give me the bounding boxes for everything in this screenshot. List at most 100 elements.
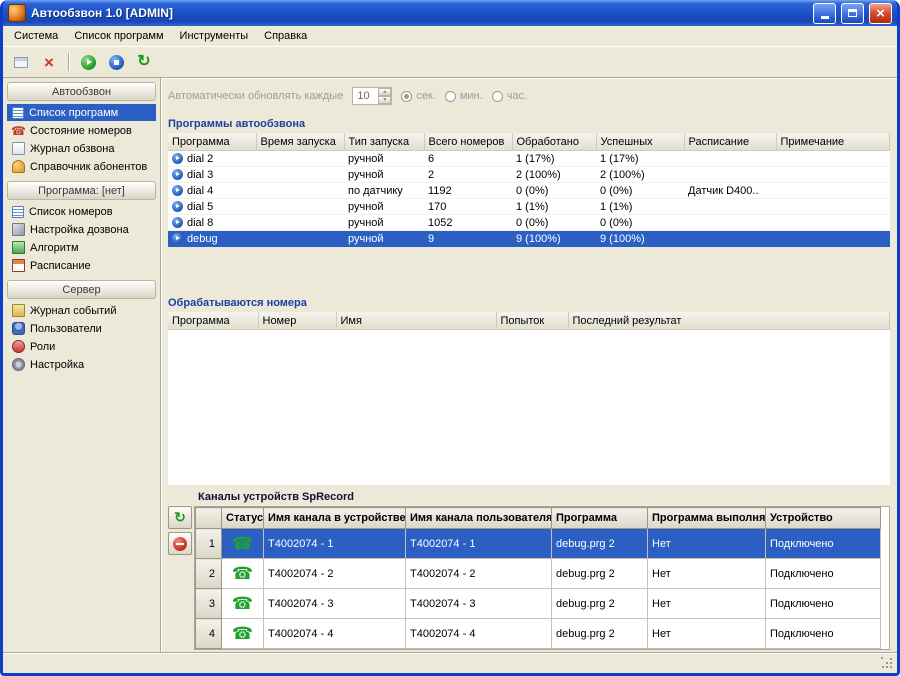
- sidebar-item-numbers-list[interactable]: Список номеров: [7, 203, 156, 220]
- call-log-icon: [12, 142, 25, 155]
- sidebar-item-settings[interactable]: Настройка: [7, 356, 156, 373]
- roles-icon: [12, 340, 25, 353]
- table-row[interactable]: dial 4 по датчику 11920 (0%) 0 (0%)Датчи…: [168, 183, 890, 199]
- table-row[interactable]: dial 3 ручной 22 (100%) 2 (100%): [168, 167, 890, 183]
- sidebar-item-roles[interactable]: Роли: [7, 338, 156, 355]
- phone-icon: [232, 600, 253, 612]
- table-row[interactable]: dial 2 ручной 61 (17%) 1 (17%): [168, 151, 890, 167]
- menu-tools[interactable]: Инструменты: [172, 27, 257, 45]
- red-minus-icon: [173, 537, 187, 551]
- radio-hours[interactable]: час.: [492, 90, 527, 102]
- table-row-selected[interactable]: debug ручной 99 (100%) 9 (100%): [168, 231, 890, 247]
- minimize-button[interactable]: [813, 3, 836, 24]
- sidebar: Автообзвон Список программ Состояние ном…: [3, 78, 161, 652]
- program-state-icon: [172, 201, 183, 212]
- column-header[interactable]: Тип запуска: [344, 133, 424, 151]
- column-header[interactable]: Примечание: [776, 133, 890, 151]
- column-header[interactable]: Имя канала в устройстве: [264, 508, 406, 529]
- channels-refresh-button[interactable]: [168, 506, 192, 529]
- column-header[interactable]: Время запуска: [256, 133, 344, 151]
- sidebar-item-dial-settings[interactable]: Настройка дозвона: [7, 221, 156, 238]
- resize-grip[interactable]: [881, 657, 894, 670]
- list-programs-icon: [12, 107, 24, 119]
- autorefresh-spinner[interactable]: 10 ▲ ▼: [352, 87, 392, 105]
- sidebar-group-program[interactable]: Программа: [нет]: [7, 181, 156, 200]
- sidebar-item-call-log[interactable]: Журнал обзвона: [7, 140, 156, 157]
- algorithm-icon: [12, 241, 25, 254]
- sidebar-item-label: Журнал событий: [30, 305, 116, 317]
- radio-hours-icon[interactable]: [492, 91, 503, 102]
- sidebar-group-server[interactable]: Сервер: [7, 280, 156, 299]
- sidebar-item-label: Список программ: [29, 107, 118, 119]
- numbers-status-icon: [12, 124, 25, 137]
- spinner-up-icon[interactable]: ▲: [378, 88, 391, 96]
- menu-program-list[interactable]: Список программ: [66, 27, 171, 45]
- programs-section-title: Программы автообзвона: [168, 110, 890, 133]
- column-header[interactable]: Всего номеров: [424, 133, 512, 151]
- channel-row[interactable]: 4 T4002074 - 4 T4002074 - 4 debug.prg 2 …: [196, 619, 881, 649]
- sidebar-item-label: Журнал обзвона: [30, 143, 114, 155]
- sidebar-item-users[interactable]: Пользователи: [7, 320, 156, 337]
- delete-x-icon: [44, 54, 54, 71]
- column-header[interactable]: Программа: [552, 508, 648, 529]
- programs-header-row: Программа Время запуска Тип запуска Всег…: [168, 133, 890, 151]
- stop-button[interactable]: [103, 50, 129, 75]
- sidebar-item-label: Роли: [30, 341, 55, 353]
- app-window: Автообзвон 1.0 [ADMIN] Система Список пр…: [0, 0, 900, 676]
- column-header[interactable]: Успешных: [596, 133, 684, 151]
- program-state-icon: [172, 153, 183, 164]
- table-row[interactable]: dial 5 ручной 1701 (1%) 1 (1%): [168, 199, 890, 215]
- column-header[interactable]: Программа: [168, 312, 258, 330]
- toolbar: [3, 47, 897, 78]
- sidebar-item-events-log[interactable]: Журнал событий: [7, 302, 156, 319]
- maximize-icon: [848, 9, 857, 17]
- column-header[interactable]: Статус: [222, 508, 264, 529]
- autorefresh-value[interactable]: 10: [353, 88, 378, 104]
- radio-minutes-icon[interactable]: [445, 91, 456, 102]
- close-button[interactable]: [869, 3, 892, 24]
- column-header[interactable]: Обработано: [512, 133, 596, 151]
- spinner-down-icon[interactable]: ▼: [378, 96, 391, 104]
- column-header[interactable]: Номер: [258, 312, 336, 330]
- numbers-list-icon: [12, 206, 24, 218]
- sidebar-item-numbers-status[interactable]: Состояние номеров: [7, 122, 156, 139]
- column-header[interactable]: Устройство: [766, 508, 881, 529]
- toolbar-separator: [68, 53, 69, 71]
- column-header[interactable]: Имя канала пользователя: [406, 508, 552, 529]
- channel-row[interactable]: 3 T4002074 - 3 T4002074 - 3 debug.prg 2 …: [196, 589, 881, 619]
- table-row[interactable]: dial 8 ручной 10520 (0%) 0 (0%): [168, 215, 890, 231]
- sidebar-item-subscribers[interactable]: Справочник абонентов: [7, 158, 156, 175]
- column-header[interactable]: Последний результат: [568, 312, 890, 330]
- processing-table: Программа Номер Имя Попыток Последний ре…: [168, 312, 890, 330]
- sidebar-item-algorithm[interactable]: Алгоритм: [7, 239, 156, 256]
- column-header[interactable]: Программа выполняется: [648, 508, 766, 529]
- column-header[interactable]: Имя: [336, 312, 496, 330]
- dial-settings-icon: [12, 223, 25, 236]
- sidebar-item-label: Настройка: [30, 359, 84, 371]
- column-header[interactable]: Программа: [168, 133, 256, 151]
- sidebar-item-program-list[interactable]: Список программ: [7, 104, 156, 121]
- title-bar[interactable]: Автообзвон 1.0 [ADMIN]: [3, 0, 897, 26]
- sidebar-item-schedule[interactable]: Расписание: [7, 257, 156, 274]
- column-header[interactable]: Расписание: [684, 133, 776, 151]
- channel-row-selected[interactable]: 1 T4002074 - 1 T4002074 - 1 debug.prg 2 …: [196, 529, 881, 559]
- radio-seconds-icon[interactable]: [401, 91, 412, 102]
- radio-seconds[interactable]: сек.: [401, 90, 436, 102]
- users-icon: [12, 322, 25, 335]
- maximize-button[interactable]: [841, 3, 864, 24]
- program-state-icon: [172, 217, 183, 228]
- menu-help[interactable]: Справка: [256, 27, 315, 45]
- table-view-button[interactable]: [8, 50, 34, 75]
- start-button[interactable]: [75, 50, 101, 75]
- window-title: Автообзвон 1.0 [ADMIN]: [31, 6, 808, 20]
- channels-remove-button[interactable]: [168, 532, 192, 555]
- processing-table-body[interactable]: [168, 330, 890, 485]
- channel-row[interactable]: 2 T4002074 - 2 T4002074 - 2 debug.prg 2 …: [196, 559, 881, 589]
- radio-minutes[interactable]: мин.: [445, 90, 483, 102]
- column-header[interactable]: Попыток: [496, 312, 568, 330]
- refresh-button[interactable]: [131, 50, 157, 75]
- sidebar-group-autodialer[interactable]: Автообзвон: [7, 82, 156, 101]
- delete-button[interactable]: [36, 50, 62, 75]
- radio-hours-label: час.: [507, 90, 527, 102]
- menu-system[interactable]: Система: [6, 27, 66, 45]
